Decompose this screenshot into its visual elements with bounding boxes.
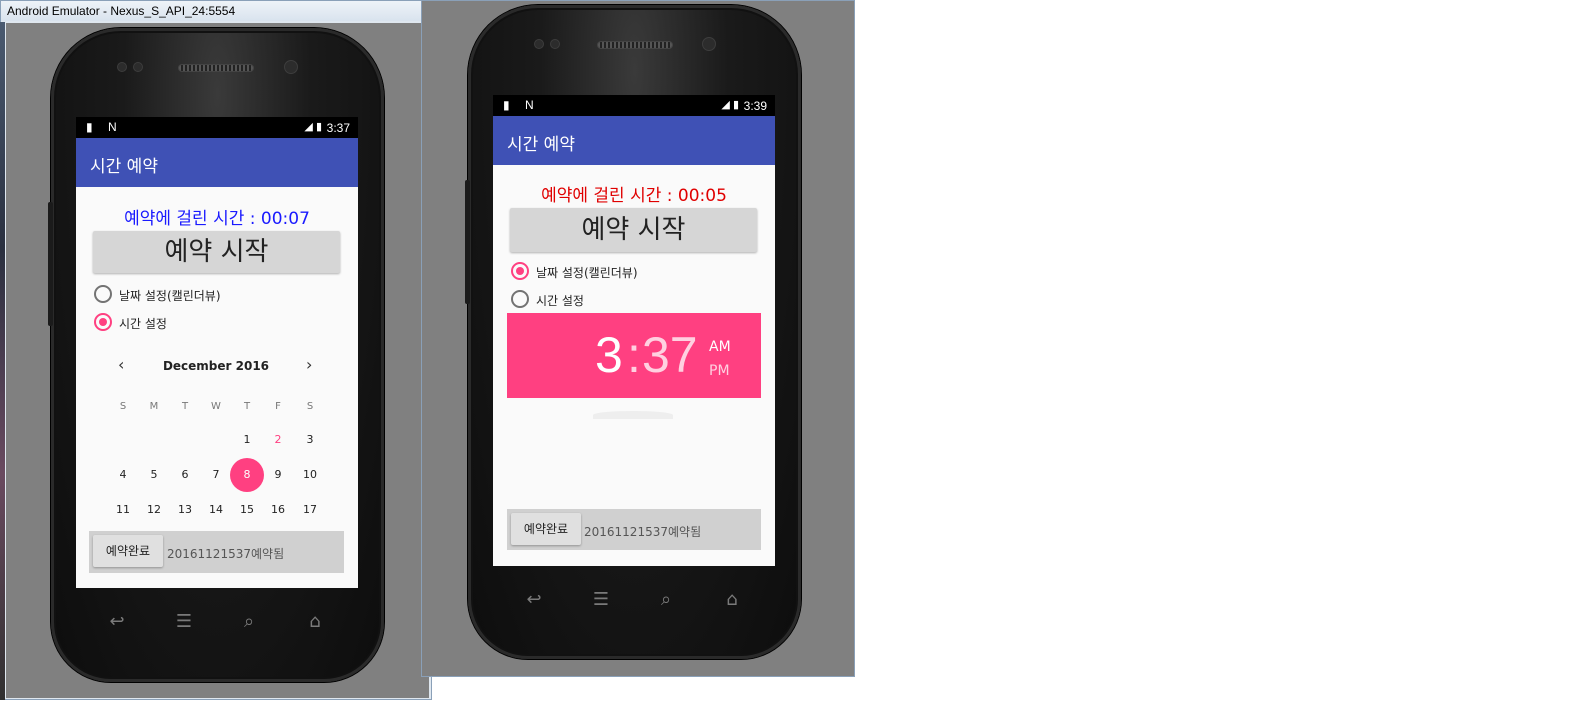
signal-icon: ◢ ▮ xyxy=(721,99,739,111)
calendar-day[interactable]: 9 xyxy=(261,458,295,492)
calendar-day[interactable]: 1 xyxy=(230,423,264,457)
elapsed-time-text: 예약에 걸린 시간 : 00:05 xyxy=(541,186,727,206)
radio-time[interactable]: 시간 설정 xyxy=(511,288,711,310)
sd-card-icon: ▮ N xyxy=(503,98,540,112)
status-time: 3:37 xyxy=(326,121,350,135)
weekday-header: W xyxy=(211,401,221,412)
weekday-header: S xyxy=(119,401,127,412)
left-screen: ▮ N ◢ ▮ 3:37 시간 예약 예약에 걸린 시간 : 00:07 예약 … xyxy=(76,117,358,588)
sensor-dot xyxy=(534,39,544,49)
time-picker-header: 3 : 37 AM PM xyxy=(507,313,761,398)
radio-time-label: 시간 설정 xyxy=(119,317,167,331)
home-icon[interactable]: ⌂ xyxy=(717,589,747,610)
radio-time-circle[interactable] xyxy=(511,290,529,308)
calendar-day[interactable]: 6 xyxy=(168,458,202,492)
radio-time-label: 시간 설정 xyxy=(536,294,584,308)
radio-date[interactable]: 날짜 설정(캘린더뷰) xyxy=(511,260,711,282)
weekday-header: T xyxy=(181,401,189,412)
calendar-day[interactable]: 13 xyxy=(168,493,202,527)
window-title: Android Emulator - Nexus_S_API_24:5554 xyxy=(1,1,431,21)
radio-date-label: 날짜 설정(캘린더뷰) xyxy=(119,289,221,303)
time-picker-colon: : xyxy=(627,327,641,383)
calendar-day[interactable]: 12 xyxy=(137,493,171,527)
volume-button[interactable] xyxy=(465,180,470,304)
front-camera xyxy=(702,37,716,51)
radio-time-circle[interactable] xyxy=(94,313,112,331)
prev-month-icon[interactable]: ‹ xyxy=(118,355,124,374)
start-reservation-button[interactable]: 예약 시작 xyxy=(93,231,340,273)
left-edge-strip xyxy=(0,22,5,700)
app-title: 시간 예약 xyxy=(493,116,775,165)
search-icon[interactable]: ⌕ xyxy=(234,611,264,632)
calendar-day[interactable]: 2 xyxy=(261,423,295,457)
weekday-header: F xyxy=(275,401,281,412)
done-button[interactable]: 예약완료 xyxy=(511,513,581,545)
calendar-day[interactable]: 14 xyxy=(199,493,233,527)
volume-button[interactable] xyxy=(48,202,53,326)
search-icon[interactable]: ⌕ xyxy=(651,589,681,610)
signal-icon: ◢ ▮ xyxy=(304,121,322,133)
sensor-dot xyxy=(133,62,143,72)
time-picker-pm[interactable]: PM xyxy=(709,363,730,379)
radio-date[interactable]: 날짜 설정(캘린더뷰) xyxy=(94,283,294,305)
radio-date-circle[interactable] xyxy=(511,262,529,280)
bottom-bar: 예약완료 20161121537예약됨 xyxy=(507,509,761,550)
menu-icon[interactable]: ☰ xyxy=(586,589,616,610)
status-bar: ▮ N ◢ ▮ 3:37 xyxy=(76,117,358,138)
calendar-day[interactable]: 4 xyxy=(106,458,140,492)
status-bar: ▮ N ◢ ▮ 3:39 xyxy=(493,95,775,116)
status-time: 3:39 xyxy=(743,99,767,113)
back-icon[interactable]: ↩ xyxy=(519,589,549,610)
radio-date-label: 날짜 설정(캘린더뷰) xyxy=(536,266,638,280)
bottom-bar: 예약완료 20161121537예약됨 xyxy=(89,531,344,573)
next-month-icon[interactable]: › xyxy=(306,355,312,374)
radio-time[interactable]: 시간 설정 xyxy=(94,311,294,333)
weekday-header: S xyxy=(306,401,314,412)
time-picker-hour[interactable]: 3 xyxy=(595,326,623,384)
sd-card-icon: ▮ N xyxy=(86,120,123,134)
calendar-day[interactable]: 5 xyxy=(137,458,171,492)
radio-date-circle[interactable] xyxy=(94,285,112,303)
time-picker-dial[interactable] xyxy=(593,411,673,419)
weekday-header: M xyxy=(149,401,159,412)
home-icon[interactable]: ⌂ xyxy=(300,611,330,632)
speaker-grille xyxy=(178,64,254,72)
app-title: 시간 예약 xyxy=(76,138,358,187)
elapsed-time-text: 예약에 걸린 시간 : 00:07 xyxy=(124,209,310,229)
sensor-dot xyxy=(117,62,127,72)
time-picker-am[interactable]: AM xyxy=(709,339,731,355)
right-screen: ▮ N ◢ ▮ 3:39 시간 예약 예약에 걸린 시간 : 00:05 예약 … xyxy=(493,95,775,566)
front-camera xyxy=(284,60,298,74)
menu-icon[interactable]: ☰ xyxy=(169,611,199,632)
calendar-day[interactable]: 7 xyxy=(199,458,233,492)
done-button[interactable]: 예약완료 xyxy=(93,535,163,567)
weekday-header: T xyxy=(243,401,251,412)
calendar-day[interactable]: 17 xyxy=(293,493,327,527)
sensor-dot xyxy=(550,39,560,49)
calendar-day[interactable]: 3 xyxy=(293,423,327,457)
done-text: 20161121537예약됨 xyxy=(584,525,702,539)
calendar-day-selected[interactable]: 8 xyxy=(230,458,264,492)
start-reservation-button[interactable]: 예약 시작 xyxy=(510,208,757,252)
calendar-day[interactable]: 10 xyxy=(293,458,327,492)
calendar-day[interactable]: 15 xyxy=(230,493,264,527)
back-icon[interactable]: ↩ xyxy=(102,611,132,632)
time-picker-minute[interactable]: 37 xyxy=(642,326,698,384)
calendar-day[interactable]: 16 xyxy=(261,493,295,527)
calendar-month: December 2016 xyxy=(162,359,270,373)
speaker-grille xyxy=(597,41,673,49)
calendar-day[interactable]: 11 xyxy=(106,493,140,527)
done-text: 20161121537예약됨 xyxy=(167,547,285,561)
